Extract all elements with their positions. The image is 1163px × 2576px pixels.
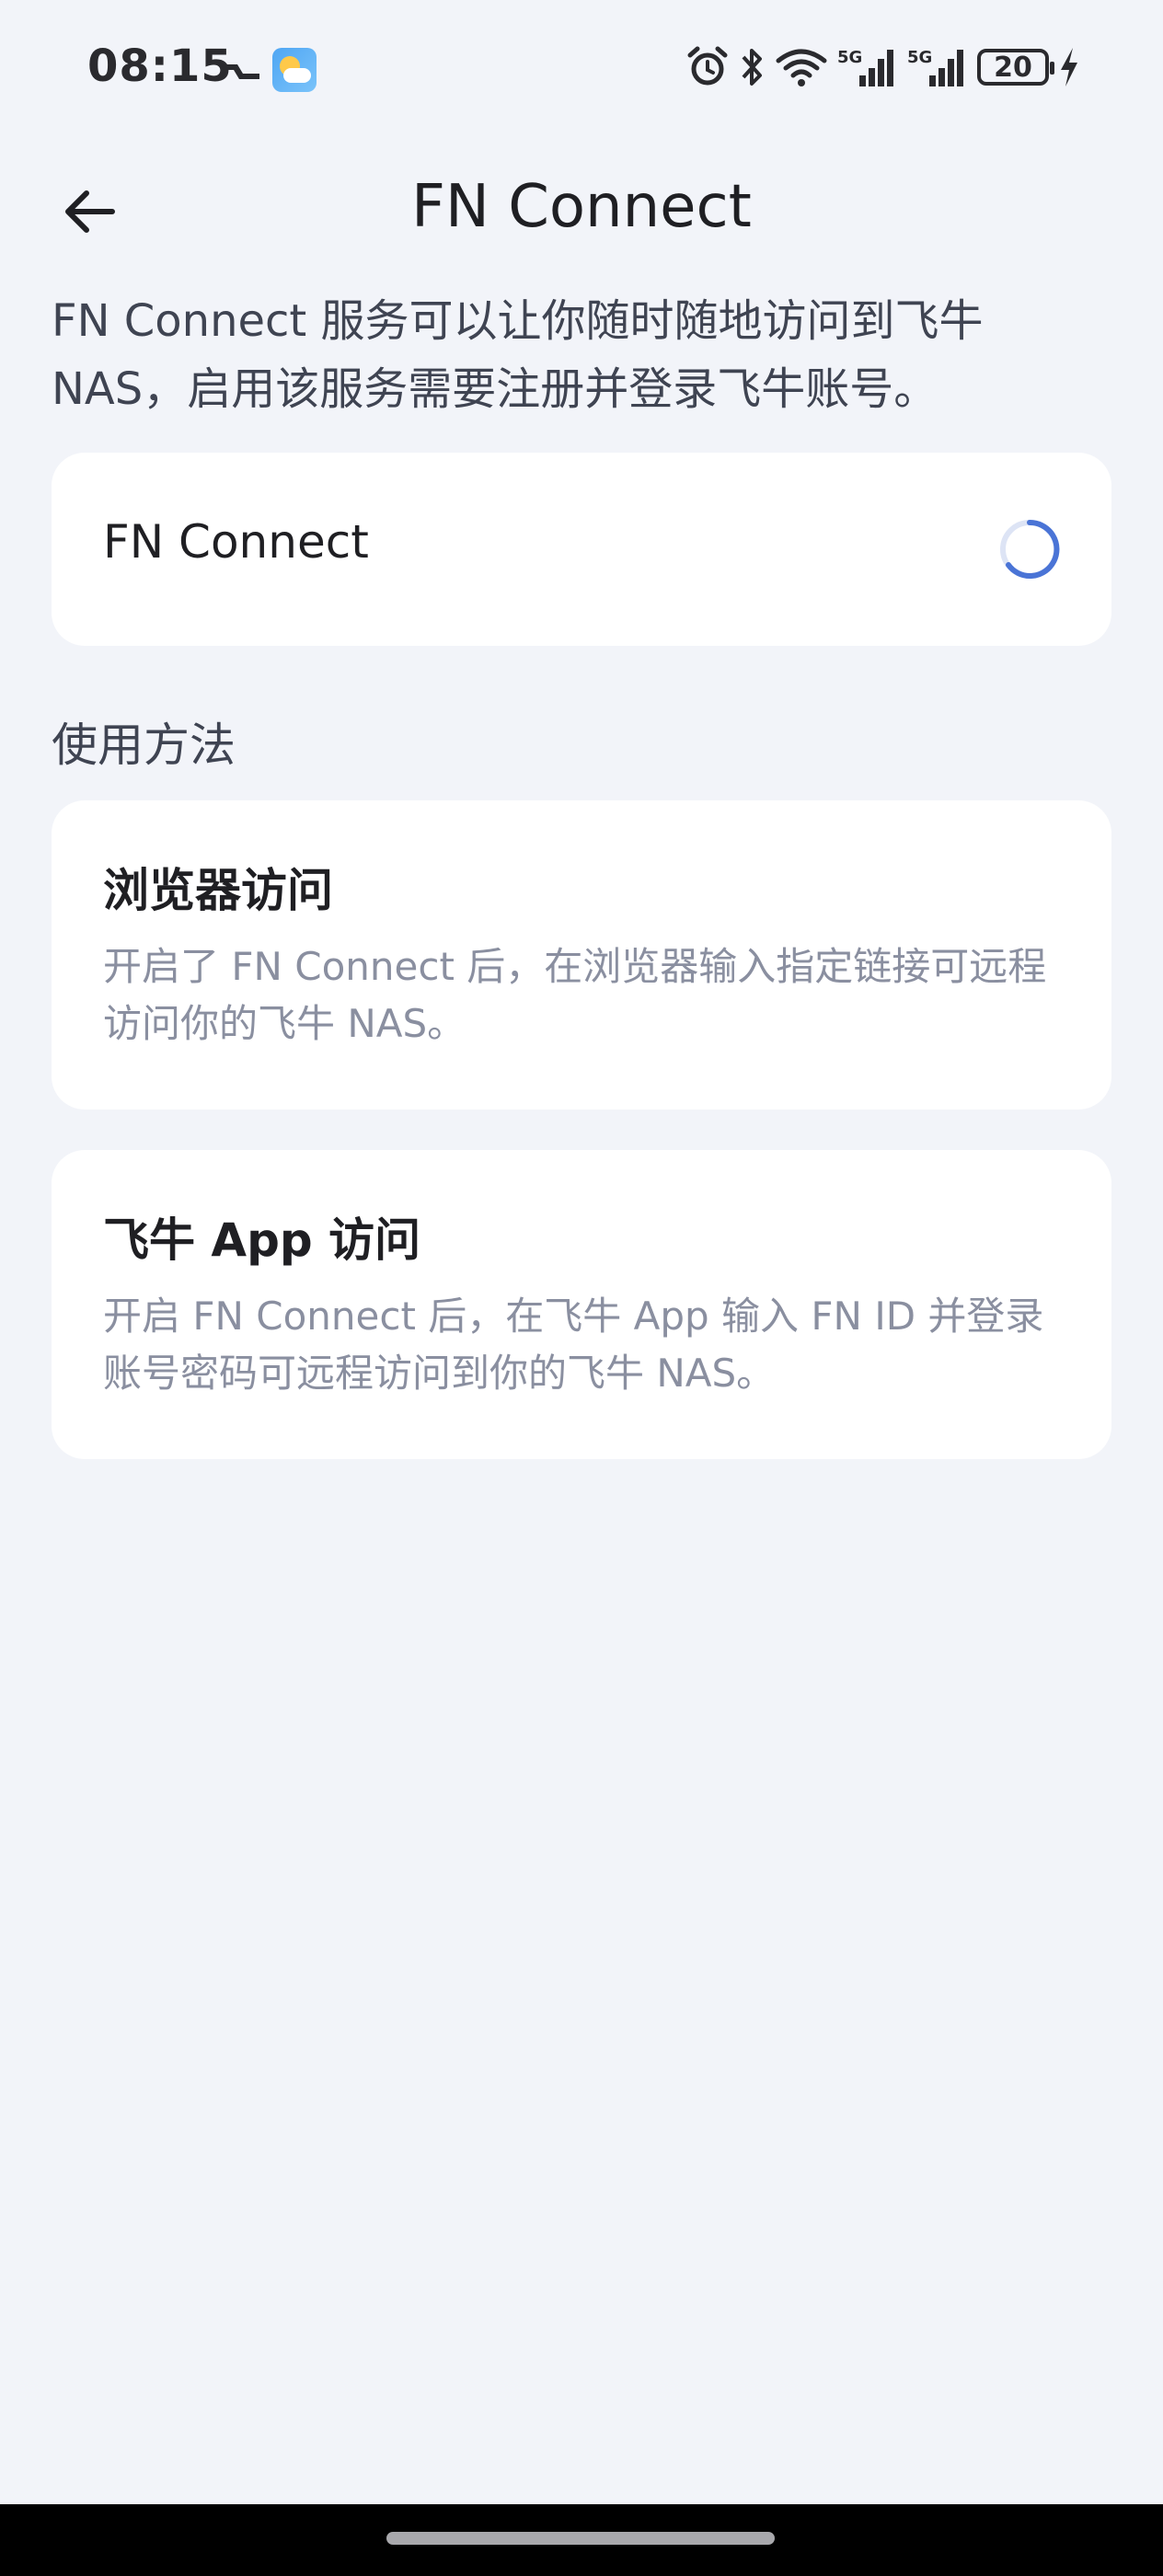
intro-text: FN Connect 服务可以让你随时随地访问到飞牛 NAS，启用该服务需要注册… — [52, 295, 984, 415]
svg-text:5G: 5G — [837, 48, 862, 67]
header: FN Connect — [0, 147, 1163, 267]
alarm-icon — [687, 46, 728, 86]
status-time: 08:15 — [87, 40, 233, 92]
status-right-icons: 5G 5G 20 — [686, 46, 1080, 88]
weather-icon — [272, 48, 317, 92]
system-nav-bar — [0, 2504, 1163, 2576]
signal-5g-icon: 5G — [837, 48, 893, 86]
bluetooth-icon — [742, 49, 762, 86]
battery-level: 20 — [994, 51, 1032, 84]
usage-card-browser: 浏览器访问 开启了 FN Connect 后，在浏览器输入指定链接可远程访问你的… — [52, 800, 1111, 1110]
fn-connect-toggle-card[interactable]: FN Connect — [52, 453, 1111, 646]
fn-connect-label: FN Connect — [103, 515, 369, 569]
charging-icon — [1061, 48, 1077, 86]
wifi-icon — [776, 49, 827, 86]
battery-icon: 20 — [977, 49, 1054, 86]
usage-description: 开启 FN Connect 后，在飞牛 App 输入 FN ID 并登录账号密码… — [103, 1294, 1044, 1396]
status-left-icons — [219, 48, 317, 92]
usage-card-app: 飞牛 App 访问 开启 FN Connect 后，在飞牛 App 输入 FN … — [52, 1150, 1111, 1459]
usage-title: 飞牛 App 访问 — [103, 1213, 421, 1267]
svg-text:5G: 5G — [907, 48, 932, 67]
page-title: FN Connect — [411, 173, 752, 241]
signal-5g-icon: 5G — [907, 48, 963, 86]
notification-icon — [223, 64, 259, 79]
status-bar: 08:15 5G 5G 20 — [0, 0, 1163, 147]
loading-spinner-icon — [1000, 519, 1060, 579]
usage-section-title: 使用方法 — [52, 719, 236, 772]
home-indicator[interactable] — [386, 2532, 775, 2545]
usage-description: 开启了 FN Connect 后，在浏览器输入指定链接可远程访问你的飞牛 NAS… — [103, 944, 1047, 1046]
usage-title: 浏览器访问 — [103, 864, 333, 917]
